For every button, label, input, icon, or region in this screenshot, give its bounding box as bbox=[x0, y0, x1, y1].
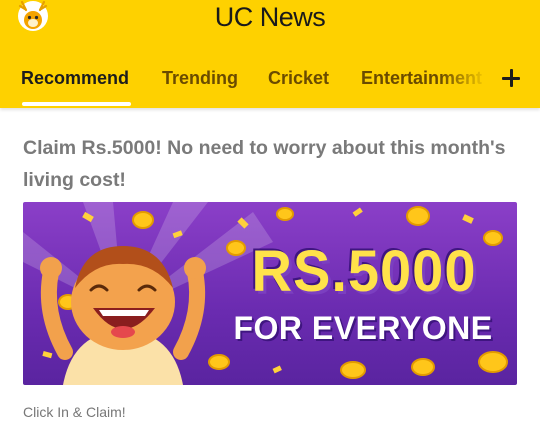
tab-trending[interactable]: Trending bbox=[162, 68, 238, 89]
plus-icon[interactable] bbox=[499, 66, 523, 90]
tab-bar: Recommend Trending Cricket Entertainment bbox=[0, 62, 540, 108]
article-banner-image[interactable]: RS.5000 FOR EVERYONE bbox=[23, 202, 517, 385]
tab-fade-overlay bbox=[440, 62, 500, 102]
app-header: UC News Recommend Trending Cricket Enter… bbox=[0, 0, 540, 108]
app-title: UC News bbox=[214, 2, 326, 32]
banner-amount-text: RS.5000 bbox=[251, 237, 477, 304]
article-subtitle: Click In & Claim! bbox=[23, 404, 126, 420]
active-tab-indicator bbox=[22, 102, 131, 106]
banner-tagline-text: FOR EVERYONE bbox=[233, 310, 493, 346]
tab-cricket[interactable]: Cricket bbox=[268, 68, 329, 89]
tab-recommend[interactable]: Recommend bbox=[21, 68, 129, 89]
article-title[interactable]: Claim Rs.5000! No need to worry about th… bbox=[23, 132, 523, 196]
